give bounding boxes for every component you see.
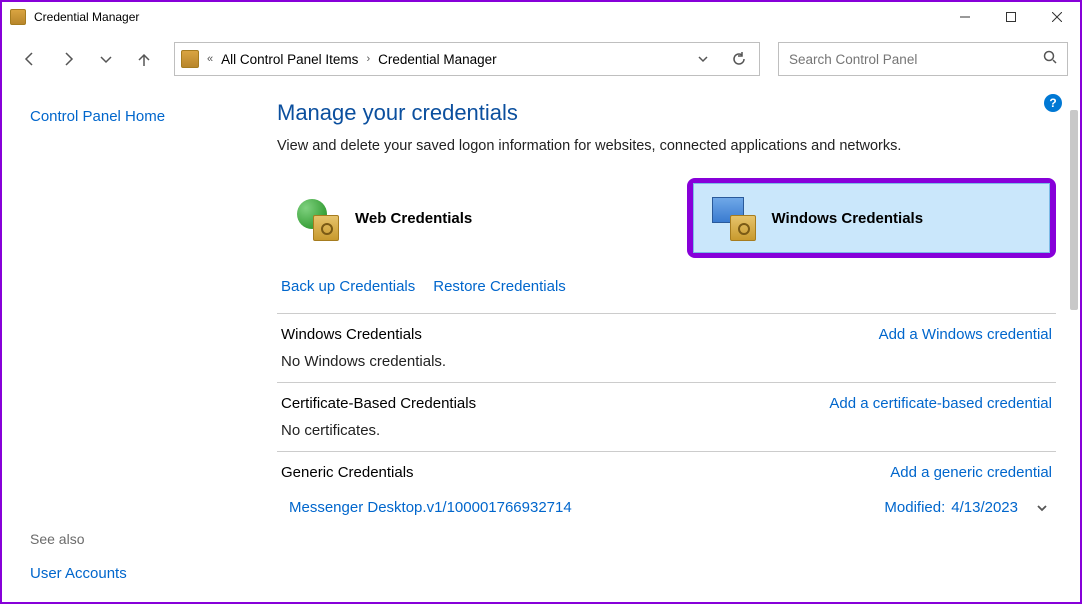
user-accounts-link[interactable]: User Accounts [30, 565, 247, 582]
app-icon [10, 9, 26, 25]
search-box[interactable] [778, 42, 1068, 76]
body-area: Control Panel Home See also User Account… [2, 86, 1080, 602]
main-pane: ? Manage your credentials View and delet… [247, 86, 1080, 602]
history-dropdown-button[interactable] [689, 45, 717, 73]
maximize-button[interactable] [988, 2, 1034, 32]
window-controls [942, 2, 1080, 32]
scrollbar-thumb[interactable] [1070, 110, 1078, 310]
refresh-button[interactable] [725, 45, 753, 73]
section-empty-text: No Windows credentials. [281, 353, 1052, 370]
credential-type-row: Web Credentials Windows Credentials [277, 178, 1056, 258]
restore-credentials-link[interactable]: Restore Credentials [433, 278, 566, 295]
section-title: Generic Credentials [281, 464, 414, 481]
nav-toolbar: « All Control Panel Items › Credential M… [2, 32, 1080, 86]
expand-icon[interactable] [1032, 502, 1052, 514]
windows-credentials-highlight: Windows Credentials [687, 178, 1057, 258]
web-credentials-tile[interactable]: Web Credentials [277, 178, 667, 258]
page-description: View and delete your saved logon informa… [277, 138, 1056, 154]
title-bar: Credential Manager [2, 2, 1080, 32]
backup-credentials-link[interactable]: Back up Credentials [281, 278, 415, 295]
credential-modified-date: 4/13/2023 [951, 499, 1018, 516]
window-title: Credential Manager [34, 10, 139, 24]
recent-locations-button[interactable] [90, 43, 122, 75]
generic-credentials-section: Generic Credentials Add a generic creden… [277, 451, 1056, 528]
back-button[interactable] [14, 43, 46, 75]
close-button[interactable] [1034, 2, 1080, 32]
search-input[interactable] [789, 52, 1043, 67]
address-bar[interactable]: « All Control Panel Items › Credential M… [174, 42, 760, 76]
control-panel-home-link[interactable]: Control Panel Home [30, 108, 247, 125]
add-generic-credential-link[interactable]: Add a generic credential [890, 464, 1052, 481]
windows-credentials-section: Windows Credentials Add a Windows creden… [277, 313, 1056, 382]
breadcrumb-separator: › [366, 53, 370, 65]
credential-modified-label: Modified: [884, 499, 945, 516]
web-credentials-icon [293, 195, 339, 241]
backup-restore-row: Back up Credentials Restore Credentials [277, 278, 1056, 295]
up-button[interactable] [128, 43, 160, 75]
breadcrumb-item[interactable]: All Control Panel Items [221, 52, 358, 67]
section-title: Windows Credentials [281, 326, 422, 343]
breadcrumb-prefix: « [207, 53, 213, 65]
search-icon [1043, 50, 1057, 69]
windows-credentials-label: Windows Credentials [772, 210, 924, 227]
see-also-label: See also [30, 531, 247, 547]
forward-button[interactable] [52, 43, 84, 75]
page-heading: Manage your credentials [277, 100, 1056, 126]
credential-entry-name: Messenger Desktop.v1/100001766932714 [289, 499, 884, 516]
windows-credentials-tile[interactable]: Windows Credentials [693, 183, 1051, 253]
web-credentials-label: Web Credentials [355, 210, 472, 227]
minimize-button[interactable] [942, 2, 988, 32]
add-windows-credential-link[interactable]: Add a Windows credential [879, 326, 1052, 343]
breadcrumb-item[interactable]: Credential Manager [378, 52, 497, 67]
section-empty-text: No certificates. [281, 422, 1052, 439]
left-pane: Control Panel Home See also User Account… [2, 86, 247, 602]
certificate-credentials-section: Certificate-Based Credentials Add a cert… [277, 382, 1056, 451]
add-certificate-credential-link[interactable]: Add a certificate-based credential [829, 395, 1052, 412]
credential-entry[interactable]: Messenger Desktop.v1/100001766932714 Mod… [281, 491, 1052, 516]
windows-credentials-icon [710, 195, 756, 241]
help-icon[interactable]: ? [1044, 94, 1062, 112]
section-title: Certificate-Based Credentials [281, 395, 476, 412]
control-panel-icon [181, 50, 199, 68]
